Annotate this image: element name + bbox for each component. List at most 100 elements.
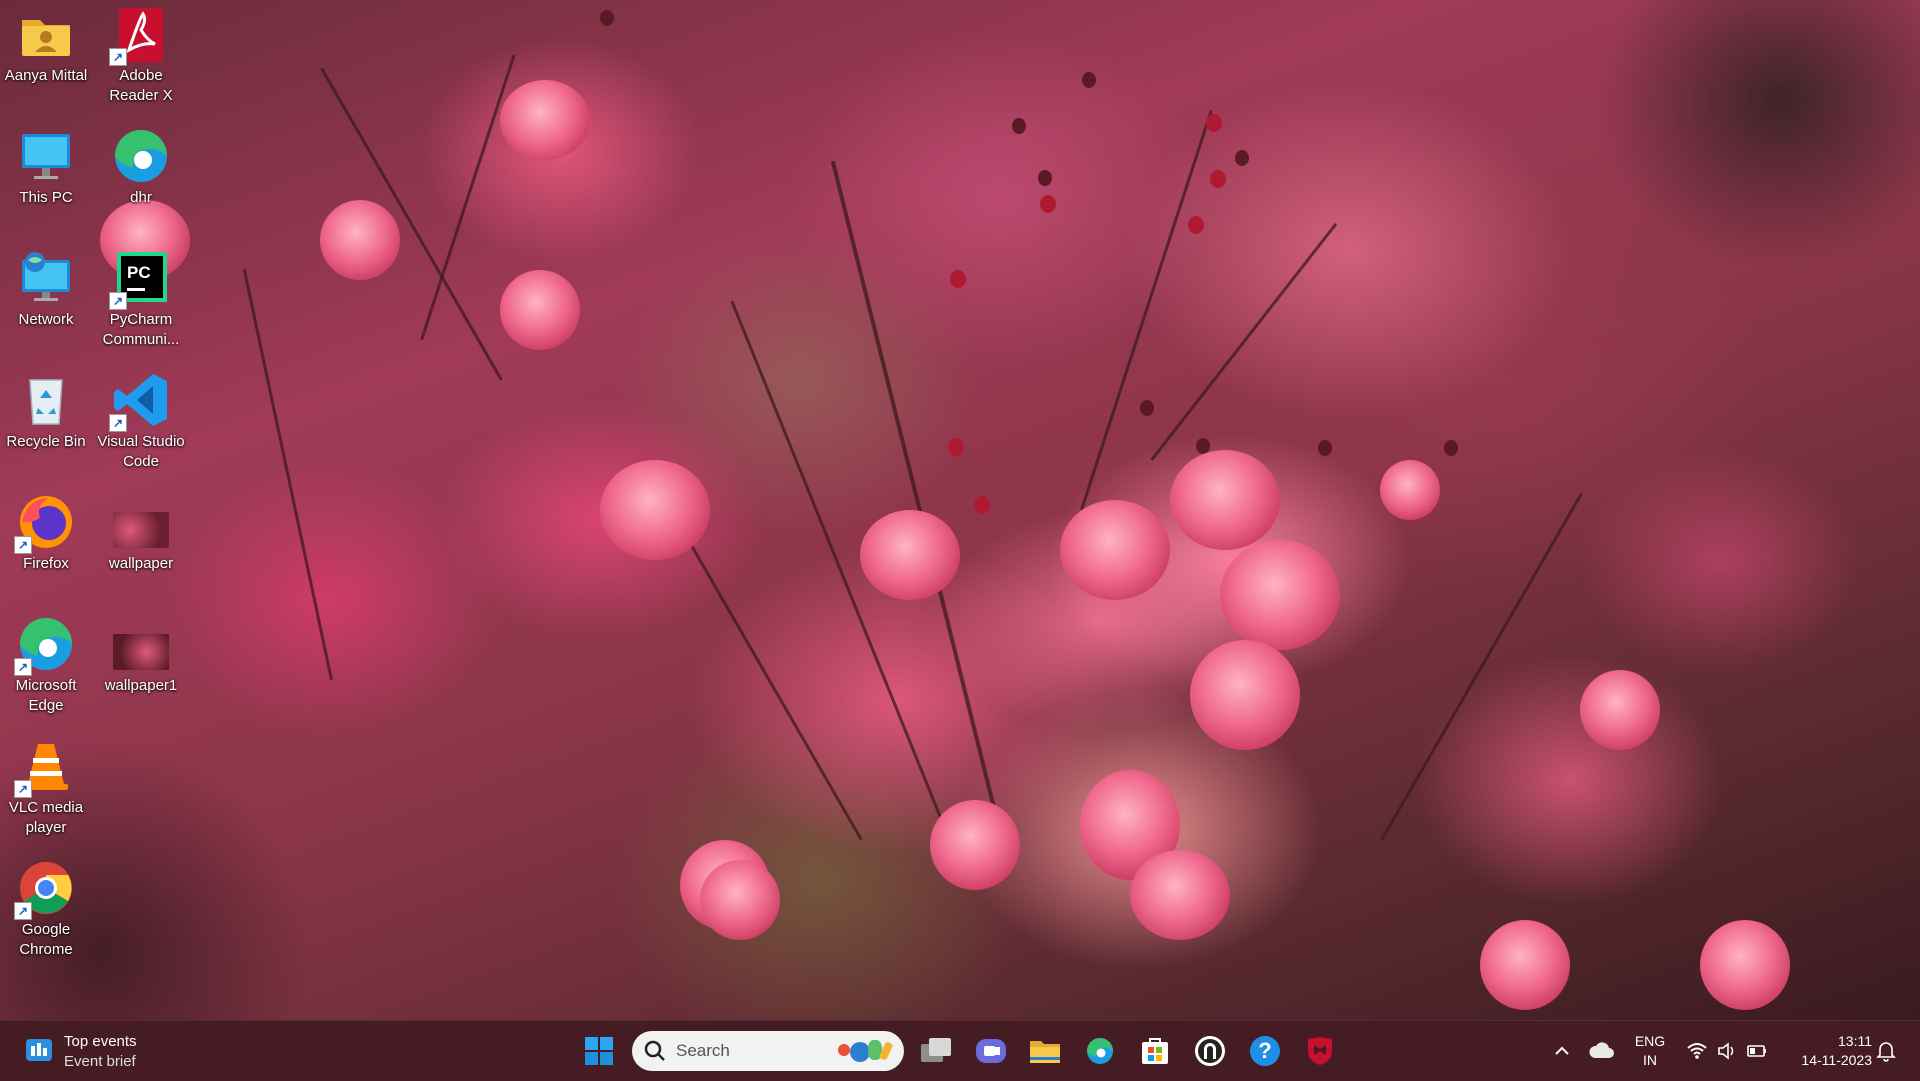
widget-subtitle: Event brief (64, 1053, 136, 1070)
wifi-icon (1687, 1043, 1707, 1059)
search-highlight-icon (838, 1040, 894, 1062)
file-explorer-icon (1030, 1041, 1060, 1063)
icon-label-line1: VLC media (8, 799, 84, 816)
search-placeholder: Search (676, 1041, 730, 1060)
desktop-icon-dhr[interactable]: dhr (95, 126, 187, 208)
icon-label-line1: Network (18, 311, 74, 328)
shortcut-arrow-icon: ↗ (14, 902, 32, 920)
pycharm-icon: PC ↗ (109, 248, 171, 310)
this-pc-icon (16, 126, 76, 186)
edge-taskbar-button[interactable] (1080, 1031, 1120, 1071)
user-folder-icon (16, 4, 76, 64)
icon-label-line1: Aanya Mittal (4, 67, 88, 84)
shortcut-arrow-icon: ↗ (14, 536, 32, 554)
desktop-icon-vlc[interactable]: ↗ VLC media player (0, 736, 92, 838)
image-thumbnail-icon (111, 492, 171, 552)
cloud-icon (1589, 1042, 1614, 1058)
notifications-button[interactable] (1874, 1039, 1898, 1063)
shortcut-arrow-icon: ↗ (14, 780, 32, 798)
clock-time: 13:11 (1838, 1033, 1872, 1049)
icon-label-line1: dhr (130, 189, 152, 206)
chat-button[interactable] (971, 1031, 1011, 1071)
edge-icon (111, 126, 171, 186)
microsoft-store-icon (1142, 1038, 1168, 1064)
app-icon (1195, 1036, 1225, 1066)
icon-label-line1: PyCharm (109, 311, 173, 328)
desktop-wallpaper (0, 0, 1920, 1020)
firefox-icon: ↗ (14, 492, 76, 554)
shortcut-arrow-icon: ↗ (14, 658, 32, 676)
svg-text:PC: PC (127, 263, 151, 282)
image-thumbnail-icon (111, 614, 171, 674)
shortcut-arrow-icon: ↗ (109, 48, 127, 66)
language-indicator[interactable]: ENG IN (1628, 1032, 1672, 1070)
show-hidden-icons-button[interactable] (1550, 1039, 1574, 1063)
icon-label-line2: Chrome (19, 941, 73, 958)
desktop-icon-wallpaper1[interactable]: wallpaper1 (95, 614, 187, 696)
desktop-icon-adobe-reader[interactable]: ↗ Adobe Reader X (95, 4, 187, 106)
desktop-icon-firefox[interactable]: ↗ Firefox (0, 492, 92, 574)
taskbar: Top events Event brief Search ? ENG IN 1… (0, 1020, 1920, 1081)
volume-icon (1718, 1042, 1734, 1060)
edge-icon (1087, 1038, 1113, 1064)
icon-label-line1: Visual Studio (97, 433, 185, 450)
calendar-widget-icon (26, 1039, 52, 1061)
edge-icon: ↗ (14, 614, 76, 676)
clock-date: 14-11-2023 (1801, 1052, 1872, 1068)
desktop-icon-recycle-bin[interactable]: Recycle Bin (0, 370, 92, 452)
vlc-icon: ↗ (14, 736, 76, 798)
vscode-icon: ↗ (109, 370, 171, 432)
taskbar-search-box[interactable]: Search (632, 1031, 904, 1071)
desktop-icon-vscode[interactable]: ↗ Visual Studio Code (95, 370, 187, 472)
battery-icon (1747, 1045, 1766, 1057)
icon-label-line1: Microsoft (15, 677, 77, 694)
icon-label-line2: Edge (28, 697, 64, 714)
bell-icon (1876, 1042, 1896, 1062)
desktop-icon-google-chrome[interactable]: ↗ Google Chrome (0, 858, 92, 960)
chrome-icon: ↗ (14, 858, 76, 920)
desktop-icon-this-pc[interactable]: This PC (0, 126, 92, 208)
icon-label-line2: player (25, 819, 67, 836)
adobe-reader-icon: ↗ (109, 4, 171, 66)
quick-settings-button[interactable] (1684, 1037, 1784, 1065)
desktop-icon-pycharm[interactable]: PC ↗ PyCharm Communi... (95, 248, 187, 350)
start-icon (585, 1037, 613, 1065)
task-view-icon (921, 1038, 951, 1064)
recycle-bin-icon (16, 370, 76, 430)
shortcut-arrow-icon: ↗ (109, 414, 127, 432)
clock-button[interactable]: 13:11 14-11-2023 (1780, 1032, 1872, 1070)
desktop-icon-wallpaper[interactable]: wallpaper (95, 492, 187, 574)
get-help-button[interactable]: ? (1245, 1031, 1285, 1071)
chevron-up-icon (1555, 1046, 1569, 1055)
pinned-app-button[interactable] (1190, 1031, 1230, 1071)
icon-label-line1: wallpaper1 (104, 677, 178, 694)
icon-label-line2: Code (123, 453, 159, 470)
language-region: IN (1643, 1052, 1657, 1068)
language-code: ENG (1634, 1033, 1666, 1049)
network-icon (16, 248, 76, 308)
task-view-button[interactable] (916, 1031, 956, 1071)
help-icon: ? (1250, 1036, 1280, 1066)
icon-label-line1: wallpaper (108, 555, 174, 572)
icon-label-line1: Recycle Bin (6, 433, 86, 450)
mcafee-button[interactable] (1300, 1031, 1340, 1071)
start-button[interactable] (579, 1031, 619, 1071)
widgets-button[interactable]: Top events Event brief (20, 1029, 150, 1073)
desktop-icon-microsoft-edge[interactable]: ↗ Microsoft Edge (0, 614, 92, 716)
desktop-icon-network[interactable]: Network (0, 248, 92, 330)
onedrive-button[interactable] (1588, 1039, 1616, 1063)
teams-chat-icon (976, 1037, 1006, 1065)
shortcut-arrow-icon: ↗ (109, 292, 127, 310)
icon-label-line2: Reader X (109, 87, 173, 104)
icon-label-line2: Communi... (102, 331, 180, 348)
file-explorer-button[interactable] (1025, 1031, 1065, 1071)
desktop-icon-user-folder[interactable]: Aanya Mittal (0, 4, 92, 86)
mcafee-icon (1308, 1037, 1332, 1065)
icon-label-line1: Google (21, 921, 71, 938)
search-icon (644, 1040, 665, 1061)
icon-label-line1: Firefox (23, 555, 69, 572)
icon-label-line1: This PC (19, 189, 73, 206)
microsoft-store-button[interactable] (1135, 1031, 1175, 1071)
widget-title: Top events (64, 1033, 137, 1050)
icon-label-line1: Adobe (119, 67, 163, 84)
